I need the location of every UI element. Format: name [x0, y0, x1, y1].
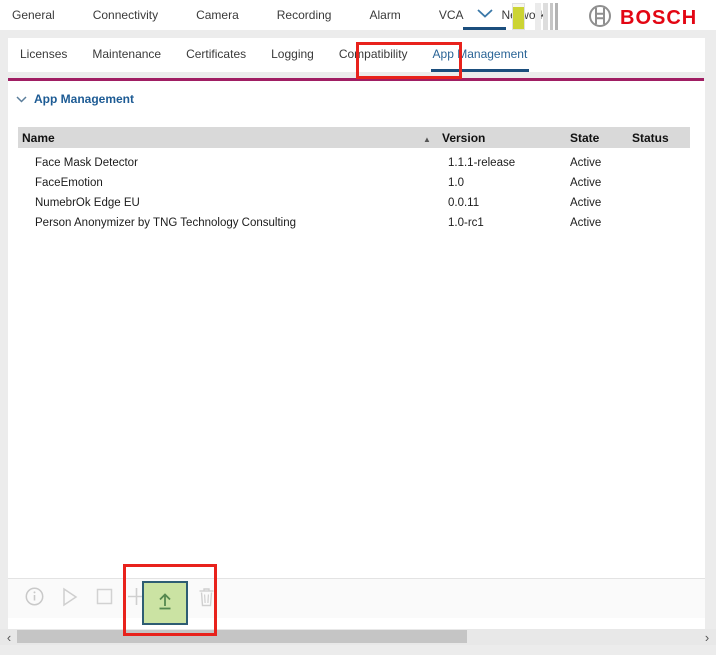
app-version: 1.0 — [438, 177, 566, 189]
section-header-app-management[interactable]: App Management — [16, 90, 134, 108]
scroll-left-arrow[interactable]: ‹ — [2, 629, 16, 645]
column-header-state[interactable]: State — [566, 131, 628, 145]
app-name: NumebrOk Edge EU — [18, 197, 438, 209]
tab-certificates[interactable]: Certificates — [184, 38, 248, 72]
load-meter-group — [535, 3, 558, 30]
scroll-right-arrow[interactable]: › — [700, 629, 714, 645]
column-header-status[interactable]: Status — [628, 131, 690, 145]
app-version: 1.1.1-release — [438, 157, 566, 169]
bosch-camera-settings-page: General Connectivity Camera Recording Al… — [0, 0, 716, 655]
tab-licenses[interactable]: Licenses — [18, 38, 69, 72]
stop-app-button[interactable] — [94, 589, 114, 609]
app-version: 0.0.11 — [438, 197, 566, 209]
bosch-logo: BOSCH — [588, 4, 697, 33]
app-version: 1.0-rc1 — [438, 217, 566, 229]
nav-more-dropdown[interactable] — [463, 0, 506, 30]
app-state: Active — [566, 217, 628, 229]
load-meter-bar — [512, 3, 525, 30]
stop-icon — [96, 588, 113, 610]
app-table: Name ▲ Version State Status Face Mask De… — [18, 127, 690, 233]
bosch-wordmark: BOSCH — [620, 7, 697, 30]
app-name: Person Anonymizer by TNG Technology Cons… — [18, 217, 438, 229]
table-row[interactable]: Person Anonymizer by TNG Technology Cons… — [18, 213, 690, 233]
upload-app-button[interactable] — [142, 581, 188, 625]
app-name: FaceEmotion — [18, 177, 438, 189]
sort-ascending-icon: ▲ — [423, 135, 431, 144]
app-table-body: Face Mask Detector 1.1.1-release Active … — [18, 153, 690, 233]
section-title: App Management — [34, 92, 134, 106]
app-state: Active — [566, 197, 628, 209]
app-state: Active — [566, 177, 628, 189]
chevron-down-icon — [16, 90, 27, 108]
tab-app-management[interactable]: App Management — [431, 38, 530, 72]
settings-tabs: Licenses Maintenance Certificates Loggin… — [8, 38, 705, 72]
chevron-down-icon — [477, 5, 493, 23]
app-table-header: Name ▲ Version State Status — [18, 127, 690, 148]
info-button[interactable] — [24, 589, 44, 609]
settings-tab-panel: Licenses Maintenance Certificates Loggin… — [8, 38, 705, 72]
tab-logging[interactable]: Logging — [269, 38, 316, 72]
nav-item-general[interactable]: General — [12, 8, 55, 22]
nav-item-connectivity[interactable]: Connectivity — [93, 8, 158, 22]
play-icon — [61, 587, 79, 612]
trash-icon — [198, 587, 215, 612]
table-row[interactable]: FaceEmotion 1.0 Active — [18, 173, 690, 193]
start-app-button[interactable] — [60, 589, 80, 609]
tab-compatibility[interactable]: Compatibility — [337, 38, 410, 72]
info-icon — [25, 587, 44, 611]
nav-item-camera[interactable]: Camera — [196, 8, 239, 22]
column-header-name[interactable]: Name ▲ — [18, 131, 438, 145]
app-name: Face Mask Detector — [18, 157, 438, 169]
app-management-panel: App Management Name ▲ Version State Stat… — [8, 81, 705, 629]
nav-item-alarm[interactable]: Alarm — [369, 8, 400, 22]
table-row[interactable]: NumebrOk Edge EU 0.0.11 Active — [18, 193, 690, 213]
horizontal-scrollbar: ‹ › — [0, 629, 716, 645]
table-row[interactable]: Face Mask Detector 1.1.1-release Active — [18, 153, 690, 173]
app-state: Active — [566, 157, 628, 169]
column-header-version[interactable]: Version — [438, 131, 566, 145]
delete-app-button[interactable] — [196, 589, 216, 609]
nav-item-vca[interactable]: VCA — [439, 8, 464, 22]
scrollbar-thumb[interactable] — [17, 630, 467, 643]
column-label-name: Name — [22, 131, 55, 145]
nav-item-recording[interactable]: Recording — [277, 8, 332, 22]
upload-icon — [155, 591, 175, 616]
top-navigation-bar: General Connectivity Camera Recording Al… — [0, 0, 716, 30]
bosch-symbol-icon — [588, 4, 612, 33]
app-toolbar — [8, 578, 705, 618]
tab-maintenance[interactable]: Maintenance — [90, 38, 163, 72]
